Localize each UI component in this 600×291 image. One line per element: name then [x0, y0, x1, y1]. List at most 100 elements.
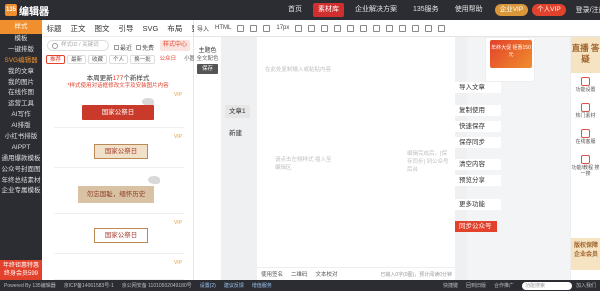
sidebar-item-templates[interactable]: 模板 — [0, 34, 42, 45]
copy-use-button[interactable]: 复制使用 — [455, 105, 501, 116]
style-card[interactable]: 勿忘国耻，缅怀历史 — [54, 172, 184, 214]
enterprise-vip-button[interactable]: 企业VIP — [494, 4, 529, 16]
import-button[interactable]: 导入 — [194, 24, 212, 33]
editor-toolbar: 导入 HTML 17px — [194, 20, 600, 37]
link-icon[interactable] — [412, 24, 420, 32]
sidebar-item-ai-writing[interactable]: AI写作 — [0, 110, 42, 121]
nav-home[interactable]: 首页 — [280, 0, 310, 20]
personal-vip-button[interactable]: 个人VIP — [532, 4, 566, 16]
sidebar-item-aippt[interactable]: AIPPT — [0, 143, 42, 154]
footer-shortcuts[interactable]: 快捷键 — [439, 282, 462, 289]
nav-service[interactable]: 135服务 — [405, 0, 447, 20]
sidebar-promo-banner[interactable]: 年终钜惠特惠 终身会员599 — [0, 260, 42, 280]
sync-wechat-button[interactable]: 同步公众号 — [455, 221, 497, 232]
style-card[interactable]: VIP — [54, 258, 184, 280]
login-link[interactable]: 登录/注册 — [576, 5, 600, 15]
save-sync-button[interactable]: 保存同步 — [455, 137, 501, 148]
list-icon[interactable] — [399, 24, 407, 32]
undo-icon[interactable] — [250, 24, 258, 32]
tab-svg[interactable]: SVG — [138, 24, 163, 33]
tab-body[interactable]: 正文 — [66, 23, 90, 34]
bold-icon[interactable] — [295, 24, 303, 32]
format-brush-icon[interactable] — [237, 24, 245, 32]
sidebar-item-online-design[interactable]: 在线作图 — [0, 88, 42, 99]
sidebar-item-cover-images[interactable]: 公众号封面图 — [0, 165, 42, 176]
proofread-button[interactable]: 文本校对 — [312, 270, 342, 278]
top-nav: 首页 素材库 企业解决方案 135服务 使用帮助 企业VIP 个人VIP 登录/… — [280, 0, 600, 20]
footer-search-input[interactable]: 功能搜索 — [521, 281, 572, 290]
subtab-favorites[interactable]: 收藏 — [88, 55, 108, 64]
subtab-personal[interactable]: 个人 — [109, 55, 129, 64]
qrcode-button[interactable]: 二维码 — [287, 270, 312, 278]
clear-content-button[interactable]: 清空内容 — [455, 159, 501, 170]
sidebar-item-ai-layout[interactable]: AI排版 — [0, 121, 42, 132]
subtab-memorial[interactable]: 公众日 — [157, 55, 180, 64]
footer-link-settings[interactable]: 设置(2) — [196, 282, 220, 289]
font-size-select[interactable]: 17px — [273, 25, 292, 31]
align-right-icon[interactable] — [386, 24, 394, 32]
article-tab[interactable]: 文章1 — [225, 105, 250, 118]
vip-tag: VIP — [173, 220, 182, 226]
sidebar-item-styles[interactable]: 样式 — [0, 20, 42, 34]
import-article-button[interactable]: 导入文章 — [455, 82, 501, 93]
style-center-button[interactable]: 样式中心 — [160, 40, 191, 51]
signature-button[interactable]: 使用签名 — [257, 270, 287, 278]
save-theme-button[interactable]: 保存 — [197, 64, 218, 74]
table-icon[interactable] — [438, 24, 446, 32]
style-card[interactable]: VIP 国家公祭日 — [54, 218, 184, 254]
app-logo[interactable]: 135 编辑器 — [0, 0, 75, 20]
footer-old-version[interactable]: 回到旧版 — [462, 282, 490, 289]
promo-card[interactable]: × 年终大促 钜惠150元 — [485, 37, 535, 82]
sidebar-item-enterprise-templates[interactable]: 企业专属模板 — [0, 186, 42, 197]
footer-partners[interactable]: 合作推广 — [490, 282, 518, 289]
tab-guide[interactable]: 引导 — [114, 23, 138, 34]
sidebar-item-my-articles[interactable]: 我的文章 — [0, 67, 42, 78]
tab-title[interactable]: 标题 — [42, 23, 66, 34]
nav-materials[interactable]: 素材库 — [313, 3, 344, 17]
free-checkbox[interactable]: 免费 — [136, 43, 154, 52]
footer-link-services[interactable]: 增值服务 — [248, 282, 276, 289]
nav-enterprise[interactable]: 企业解决方案 — [347, 0, 405, 20]
copyright-banner[interactable]: 版权保障 企业会员 — [571, 238, 600, 270]
sidebar-item-viral-templates[interactable]: 通用爆款模板 — [0, 154, 42, 165]
live-qa-banner[interactable]: 直播 答疑 — [571, 37, 600, 73]
footer-join[interactable]: 加入我们 — [572, 282, 600, 289]
subtab-refresh[interactable]: 换一批 — [130, 55, 155, 64]
sidebar-item-svg-editor[interactable]: SVG编辑器 — [0, 56, 42, 67]
font-color-icon[interactable] — [334, 24, 342, 32]
footer-link-feedback[interactable]: 建议反馈 — [220, 282, 248, 289]
style-card[interactable]: VIP 国家公祭日 — [54, 132, 184, 168]
rail-item-support[interactable]: 在线客服 — [571, 125, 600, 151]
redo-icon[interactable] — [263, 24, 271, 32]
rail-item-hot[interactable]: 热门素材 — [571, 99, 600, 125]
sidebar-item-year-summary[interactable]: 年终总结素材 — [0, 176, 42, 187]
underline-icon[interactable] — [321, 24, 329, 32]
rail-item-search[interactable]: 功能/教程 搜一搜 — [571, 151, 600, 177]
quick-save-button[interactable]: 快速保存 — [455, 121, 501, 132]
align-center-icon[interactable] — [373, 24, 381, 32]
align-left-icon[interactable] — [360, 24, 368, 32]
style-card[interactable]: VIP 国家公祭日 — [54, 90, 184, 128]
background-color-icon[interactable] — [347, 24, 355, 32]
new-article-button[interactable]: 新建 — [225, 127, 246, 140]
sidebar-item-xiaohongshu[interactable]: 小红书排版 — [0, 132, 42, 143]
rail-item-settings[interactable]: 功能设置 — [571, 73, 600, 99]
recent-checkbox[interactable]: 最近 — [114, 43, 132, 52]
full-text-color-button[interactable]: 全文配色 — [194, 54, 221, 62]
sidebar-item-my-images[interactable]: 我的图片 — [0, 78, 42, 89]
nav-help[interactable]: 使用帮助 — [447, 0, 491, 20]
image-icon[interactable] — [425, 24, 433, 32]
html-button[interactable]: HTML — [212, 25, 234, 31]
sidebar-item-ops-tools[interactable]: 运营工具 — [0, 99, 42, 110]
preview-share-button[interactable]: 预览分享 — [455, 175, 501, 186]
italic-icon[interactable] — [308, 24, 316, 32]
tab-image-text[interactable]: 图文 — [90, 23, 114, 34]
style-search-input[interactable]: 样式ID / 关键词 — [47, 40, 109, 51]
theme-color-button[interactable]: 主题色 — [194, 37, 221, 54]
editor-canvas[interactable]: 在此处复制输入或粘贴内容 请点击左侧样式 插入至编辑区 编辑完成后，[保存同步]… — [257, 37, 455, 280]
subtab-recommend[interactable]: 推荐 — [46, 55, 66, 64]
tab-layout[interactable]: 布局 — [163, 23, 187, 34]
sidebar-item-auto-layout[interactable]: 一键排版 — [0, 45, 42, 56]
subtab-latest[interactable]: 最新 — [67, 55, 87, 64]
more-functions-button[interactable]: 更多功能 — [455, 199, 501, 210]
